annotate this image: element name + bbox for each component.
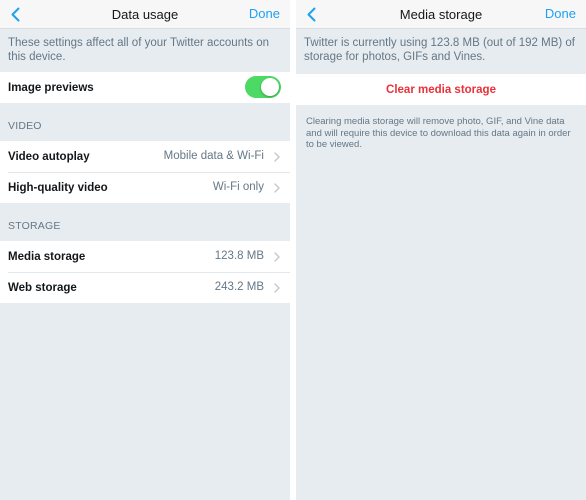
toggle-knob (261, 78, 279, 96)
back-button[interactable] (302, 3, 320, 25)
media-storage-row[interactable]: Media storage 123.8 MB (0, 241, 290, 272)
web-storage-label: Web storage (8, 281, 77, 294)
done-button[interactable]: Done (545, 6, 576, 21)
media-storage-screen: Media storage Done Twitter is currently … (296, 0, 586, 500)
storage-usage-description: Twitter is currently using 123.8 MB (out… (304, 37, 576, 63)
image-previews-toggle[interactable] (245, 76, 281, 98)
video-section-header: VIDEO (8, 120, 42, 132)
video-autoplay-row[interactable]: Video autoplay Mobile data & Wi-Fi (0, 141, 290, 172)
back-button[interactable] (6, 3, 24, 25)
high-quality-video-value: Wi-Fi only (212, 181, 264, 193)
clear-media-storage-label: Clear media storage (386, 83, 496, 96)
storage-section-header: STORAGE (8, 220, 61, 232)
settings-description: These settings affect all of your Twitte… (8, 37, 270, 63)
video-autoplay-label: Video autoplay (8, 150, 90, 163)
clear-storage-footnote: Clearing media storage will remove photo… (306, 116, 571, 150)
page-title: Data usage (111, 7, 179, 22)
page-title: Media storage (399, 7, 483, 22)
clear-media-storage-button[interactable]: Clear media storage (296, 74, 586, 105)
navigation-bar: Data usage Done (0, 0, 290, 29)
image-previews-label: Image previews (8, 81, 94, 94)
video-autoplay-value: Mobile data & Wi-Fi (163, 150, 264, 162)
image-previews-row: Image previews (0, 72, 290, 103)
navigation-bar: Media storage Done (296, 0, 586, 29)
chevron-right-icon (274, 152, 280, 162)
back-chevron-icon (11, 7, 19, 21)
high-quality-video-label: High-quality video (8, 181, 108, 194)
data-usage-screen: Data usage Done These settings affect al… (0, 0, 290, 500)
media-storage-value: 123.8 MB (214, 250, 264, 262)
chevron-right-icon (274, 283, 280, 293)
chevron-right-icon (274, 183, 280, 193)
web-storage-value: 243.2 MB (214, 281, 264, 293)
done-button[interactable]: Done (249, 6, 280, 21)
back-chevron-icon (307, 7, 315, 21)
chevron-right-icon (274, 252, 280, 262)
media-storage-label: Media storage (8, 250, 86, 263)
web-storage-row[interactable]: Web storage 243.2 MB (0, 272, 290, 303)
high-quality-video-row[interactable]: High-quality video Wi-Fi only (0, 172, 290, 203)
